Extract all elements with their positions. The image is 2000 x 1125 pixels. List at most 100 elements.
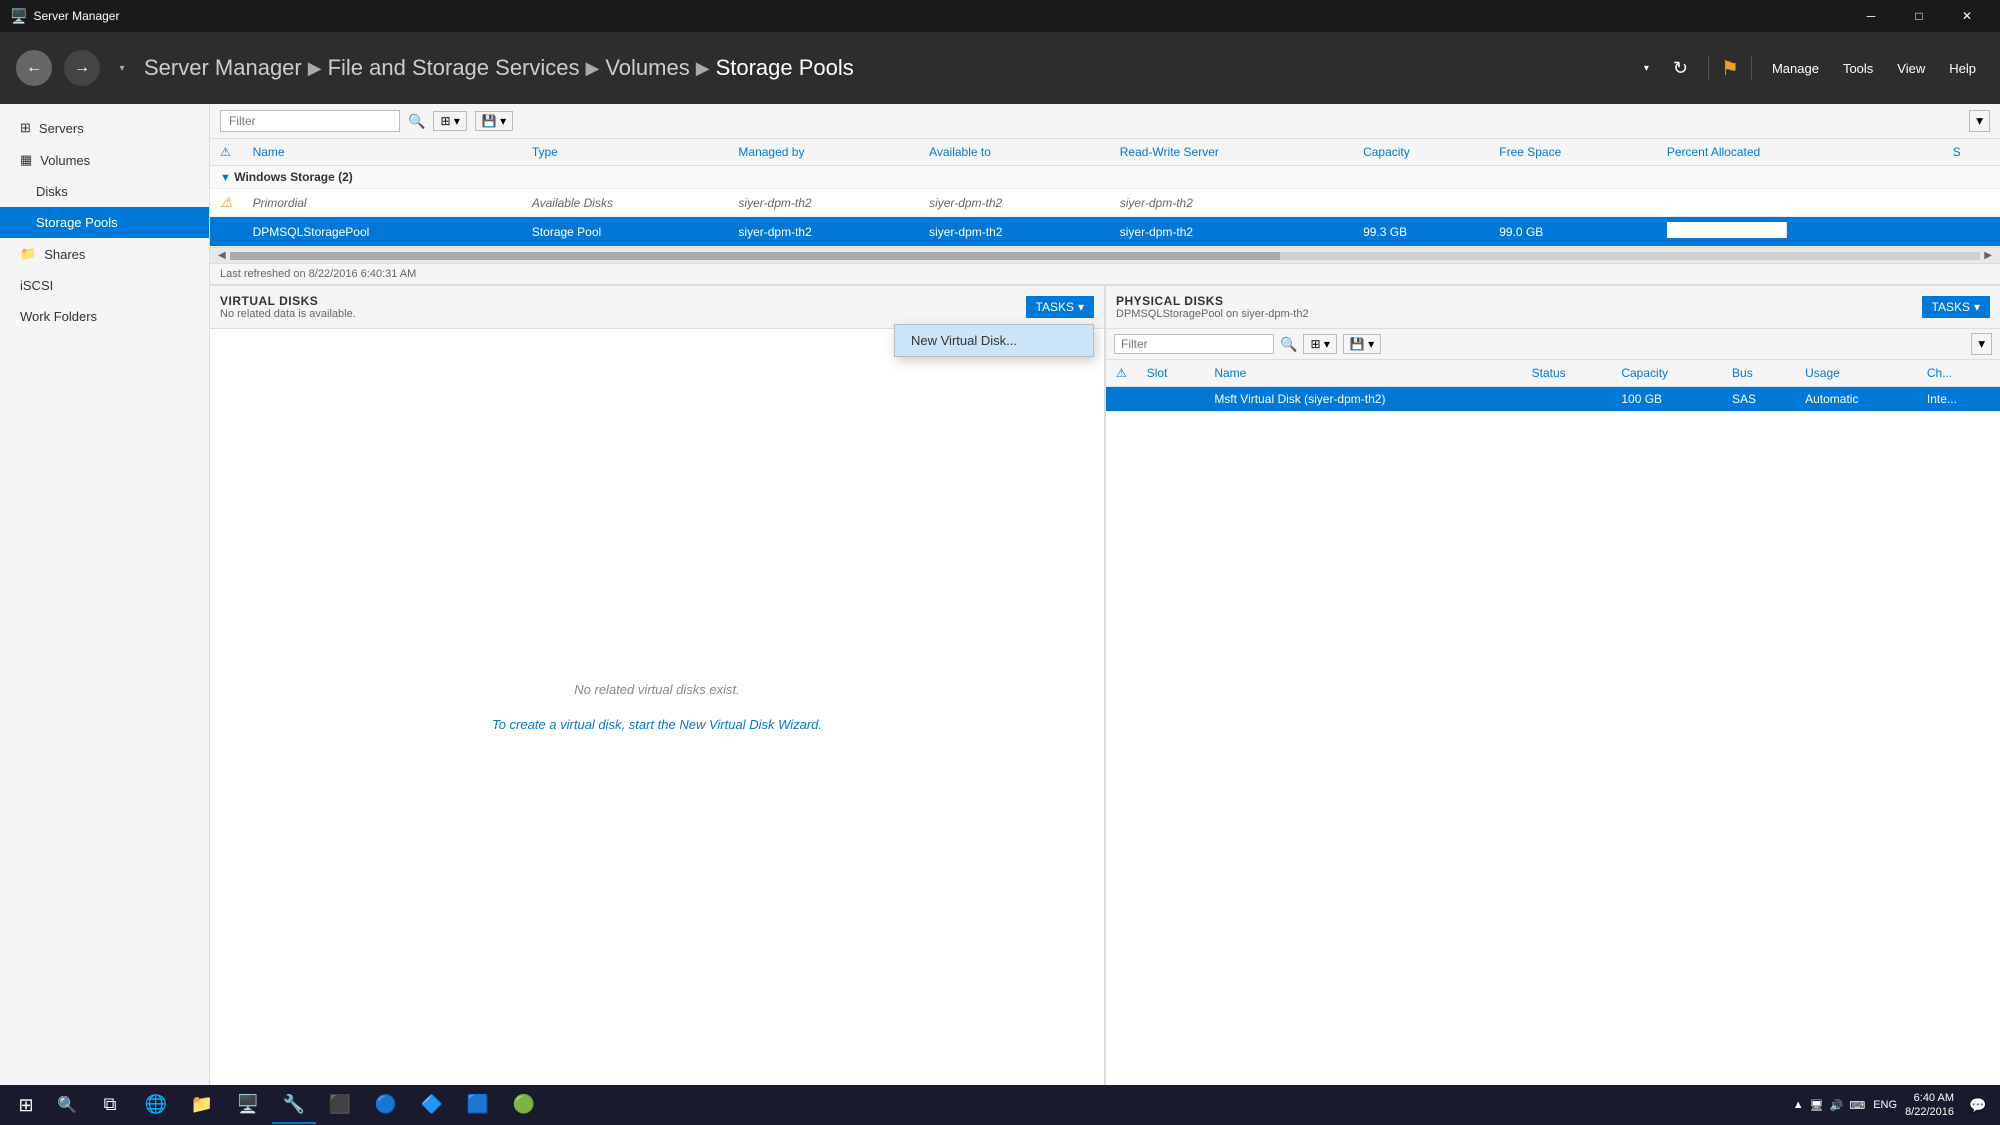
taskbar-app2-button[interactable]: 🔵 (364, 1086, 408, 1124)
horizontal-scrollbar[interactable]: ◀ ▶ (210, 247, 2000, 263)
expand-button[interactable]: ▾ (1969, 110, 1990, 132)
taskbar-app4-button[interactable]: 🟢 (502, 1086, 546, 1124)
scrollbar-track[interactable] (230, 252, 1981, 260)
storage-pools-section: 🔍 ⊞ ▾ 💾 ▾ ▾ ⚠ Name Type Managed by Avail… (210, 104, 2000, 284)
taskbar-server-manager-button[interactable]: 🔧 (272, 1086, 316, 1124)
table-row[interactable]: DPMSQLStoragePool Storage Pool siyer-dpm… (210, 217, 2000, 247)
physical-disks-table-container: ⚠ Slot Name Status Capacity Bus Usage Ch… (1106, 360, 2000, 1085)
sidebar-item-work-folders[interactable]: Work Folders (0, 301, 209, 332)
breadcrumb-server-manager[interactable]: Server Manager (144, 55, 302, 81)
physical-filter-input[interactable] (1114, 334, 1274, 354)
sidebar-item-disks[interactable]: Disks (0, 176, 209, 207)
taskbar-ps-button[interactable]: 🟦 (456, 1086, 500, 1124)
phys-col-usage[interactable]: Usage (1795, 360, 1917, 387)
phys-col-cha[interactable]: Ch... (1917, 360, 2000, 387)
taskbar-app1-button[interactable]: 🖥️ (226, 1086, 270, 1124)
group-button[interactable]: ⊞ ▾ (433, 111, 466, 131)
start-button[interactable]: ⊞ (6, 1086, 46, 1124)
col-name[interactable]: Name (243, 139, 522, 166)
bottom-layout: VIRTUAL DISKS No related data is availab… (210, 284, 2000, 1085)
row-rw-server: siyer-dpm-th2 (1110, 217, 1353, 247)
manage-button[interactable]: Manage (1764, 57, 1827, 80)
maximize-button[interactable]: □ (1896, 0, 1942, 32)
nav-dropdown2-button[interactable]: ▾ (1636, 59, 1657, 78)
tray-keyboard-icon: ⌨ (1849, 1099, 1865, 1112)
phys-col-status[interactable]: Status (1522, 360, 1612, 387)
physical-search-icon: 🔍 (1280, 336, 1297, 353)
minimize-button[interactable]: ─ (1848, 0, 1894, 32)
refresh-button[interactable]: ↻ (1665, 54, 1696, 83)
scroll-left-arrow[interactable]: ◀ (214, 250, 230, 261)
col-warning[interactable]: ⚠ (210, 139, 243, 166)
tools-button[interactable]: Tools (1835, 57, 1881, 80)
close-button[interactable]: ✕ (1944, 0, 1990, 32)
task-view-button[interactable]: ⧉ (88, 1086, 132, 1124)
new-virtual-disk-item[interactable]: New Virtual Disk... (895, 325, 1093, 356)
col-free-space[interactable]: Free Space (1489, 139, 1657, 166)
breadcrumb: Server Manager ▶ File and Storage Servic… (144, 55, 1624, 81)
row-free-space (1489, 189, 1657, 217)
physical-save-button[interactable]: 💾 ▾ (1343, 334, 1381, 354)
taskbar-clock[interactable]: 6:40 AM 8/22/2016 (1905, 1091, 1954, 1120)
col-managed-by[interactable]: Managed by (728, 139, 919, 166)
col-capacity[interactable]: Capacity (1353, 139, 1489, 166)
forward-button[interactable]: → (64, 50, 100, 86)
physical-group-button[interactable]: ⊞ ▾ (1303, 334, 1336, 354)
breadcrumb-storage-pools[interactable]: Storage Pools (716, 55, 854, 81)
save-button[interactable]: 💾 ▾ (475, 111, 513, 131)
breadcrumb-volumes[interactable]: Volumes (605, 55, 689, 81)
sidebar-item-shares[interactable]: 📁 Shares (0, 238, 209, 270)
row-capacity: 99.3 GB (1353, 217, 1489, 247)
row-managed-by: siyer-dpm-th2 (728, 217, 919, 247)
storage-pools-filter[interactable] (220, 110, 400, 132)
tray-arrow[interactable]: ▲ (1793, 1099, 1804, 1111)
group-header-label: Windows Storage (2) (234, 170, 353, 184)
col-type[interactable]: Type (522, 139, 729, 166)
breadcrumb-file-storage[interactable]: File and Storage Services (328, 55, 580, 81)
sidebar-item-iscsi[interactable]: iSCSI (0, 270, 209, 301)
col-rw-server[interactable]: Read-Write Server (1110, 139, 1353, 166)
col-percent[interactable]: Percent Allocated (1657, 139, 1943, 166)
col-s[interactable]: S (1943, 139, 2000, 166)
sidebar-item-servers[interactable]: ⊞ Servers (0, 112, 209, 144)
phys-col-warning[interactable]: ⚠ (1106, 360, 1137, 387)
taskbar-cmd-button[interactable]: ⬛ (318, 1086, 362, 1124)
table-row[interactable]: ⚠ Primordial Available Disks siyer-dpm-t… (210, 189, 2000, 217)
phys-col-capacity[interactable]: Capacity (1611, 360, 1722, 387)
tasks-label: TASKS (1036, 300, 1074, 314)
action-center-button[interactable]: 💬 (1962, 1086, 1994, 1124)
sidebar-label-disks: Disks (36, 184, 68, 199)
search-button[interactable]: 🔍 (48, 1086, 86, 1124)
taskbar-app3-button[interactable]: 🔷 (410, 1086, 454, 1124)
taskbar-ie-button[interactable]: 🌐 (134, 1086, 178, 1124)
taskbar-explorer-button[interactable]: 📁 (180, 1086, 224, 1124)
sep-3: ▶ (696, 58, 710, 79)
row-percent-bar (1657, 217, 1943, 247)
physical-expand-button[interactable]: ▾ (1971, 333, 1992, 355)
physical-disks-tasks-button[interactable]: TASKS ▾ (1922, 296, 1991, 318)
col-available-to[interactable]: Available to (919, 139, 1110, 166)
phys-col-bus[interactable]: Bus (1722, 360, 1795, 387)
warning-icon: ⚠ (220, 194, 233, 210)
phys-row-chassis: Inte... (1917, 387, 2000, 412)
sidebar-item-volumes[interactable]: ▦ Volumes (0, 144, 209, 176)
row-name: Primordial (243, 189, 522, 217)
title-bar-controls: ─ □ ✕ (1848, 0, 1990, 32)
view-button[interactable]: View (1889, 57, 1933, 80)
help-button[interactable]: Help (1941, 57, 1984, 80)
row-s (1943, 189, 2000, 217)
sidebar-item-storage-pools[interactable]: Storage Pools (0, 207, 209, 238)
phys-col-name[interactable]: Name (1204, 360, 1521, 387)
table-row[interactable]: Msft Virtual Disk (siyer-dpm-th2) 100 GB… (1106, 387, 2000, 412)
row-available-to: siyer-dpm-th2 (919, 217, 1110, 247)
nav-bar: ← → ▾ Server Manager ▶ File and Storage … (0, 32, 2000, 104)
virtual-disks-tasks-button[interactable]: TASKS ▾ (1026, 296, 1095, 318)
back-button[interactable]: ← (16, 50, 52, 86)
scrollbar-thumb[interactable] (230, 252, 1280, 260)
scroll-right-arrow[interactable]: ▶ (1980, 250, 1996, 261)
nav-actions: ▾ ↻ ⚑ Manage Tools View Help (1636, 54, 1984, 83)
refresh-text: Last refreshed on 8/22/2016 6:40:31 AM (220, 268, 416, 280)
taskbar: ⊞ 🔍 ⧉ 🌐 📁 🖥️ 🔧 ⬛ 🔵 🔷 🟦 🟢 ▲ 🖥 🔊 ⌨ ENG 6:4… (0, 1085, 2000, 1125)
nav-dropdown-button[interactable]: ▾ (112, 50, 132, 86)
phys-col-slot[interactable]: Slot (1137, 360, 1205, 387)
